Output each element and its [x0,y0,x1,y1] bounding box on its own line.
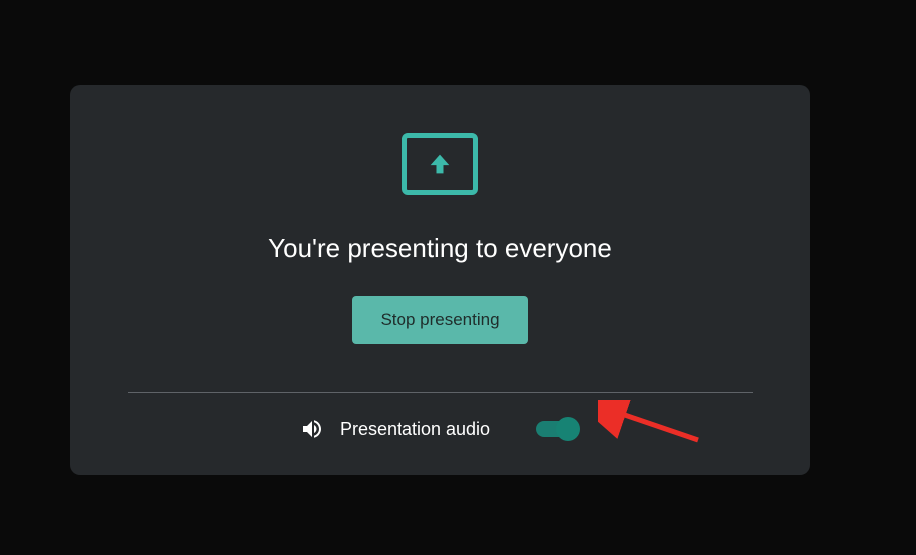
presentation-audio-toggle[interactable] [536,421,580,437]
stop-presenting-button[interactable]: Stop presenting [352,296,527,344]
toggle-thumb [556,417,580,441]
presentation-audio-label: Presentation audio [340,419,490,440]
presentation-audio-row: Presentation audio [300,417,580,441]
present-to-all-icon [402,133,478,195]
volume-icon [300,417,324,441]
presenting-card: You're presenting to everyone Stop prese… [70,85,810,475]
arrow-up-icon [426,150,454,178]
divider [128,392,753,393]
presenting-heading: You're presenting to everyone [268,233,612,264]
